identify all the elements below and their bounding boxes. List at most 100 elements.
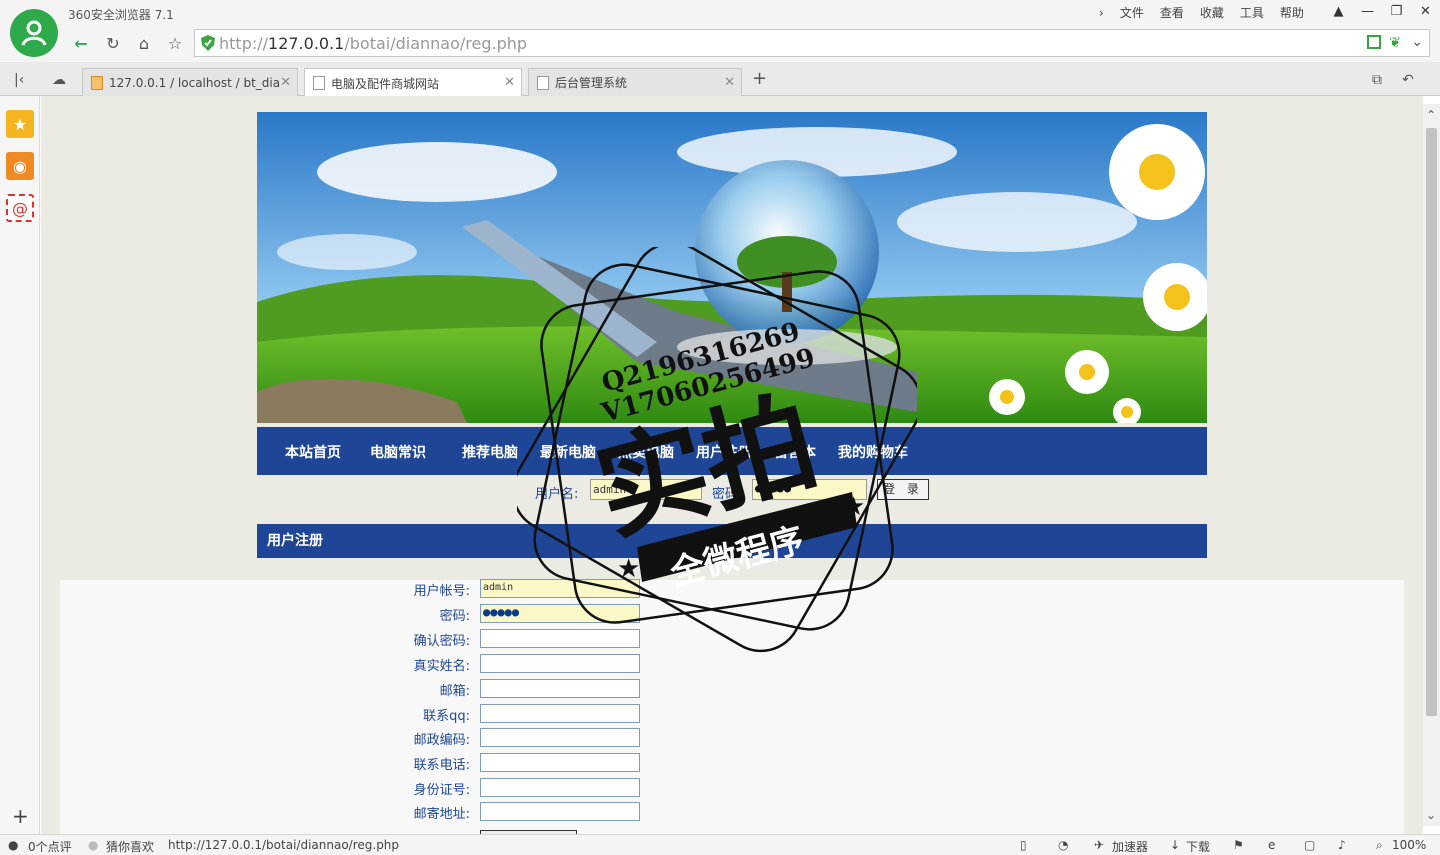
speed-icon[interactable]: ◔	[1058, 838, 1068, 852]
login-row: 用户名: admin 密码: ●●●●● 登 录	[257, 478, 1207, 502]
menu-favorites[interactable]: 收藏	[1193, 4, 1231, 21]
nav-cart[interactable]: 我的购物车	[838, 442, 908, 462]
tab-admin[interactable]: 后台管理系统 ✕	[528, 68, 742, 96]
close-icon[interactable]: ✕	[504, 75, 515, 90]
menu-view[interactable]: 查看	[1153, 4, 1191, 21]
tab-label: 电脑及配件商城网站	[331, 76, 440, 91]
nav-guestbook[interactable]: 留言本	[774, 442, 816, 462]
zoom-icon[interactable]: ⌕	[1376, 838, 1383, 853]
phone-input[interactable]	[480, 753, 640, 772]
field-row-zipcode: 邮政编码:	[257, 727, 1207, 748]
menu-help[interactable]: 帮助	[1273, 4, 1311, 21]
browser-logo-icon[interactable]	[10, 9, 58, 57]
accelerator-icon[interactable]: ✈	[1094, 838, 1104, 852]
field-row-password: 密码: ●●●●●	[257, 603, 1207, 624]
skin-icon[interactable]: ▲	[1324, 0, 1353, 22]
menu-tools[interactable]: 工具	[1233, 4, 1271, 21]
close-icon[interactable]: ✕	[280, 75, 291, 90]
nav-latest[interactable]: 最新电脑	[540, 442, 596, 462]
window-icon[interactable]: ▢	[1304, 838, 1315, 852]
url-host: 127.0.0.1	[268, 34, 345, 53]
tab-phpmyadmin[interactable]: 127.0.0.1 / localhost / bt_dia ✕	[82, 68, 298, 96]
leaf-icon[interactable]: ❦	[1389, 35, 1401, 51]
undo-close-icon[interactable]: ↶	[1402, 72, 1414, 88]
confirm-password-label: 确认密码:	[413, 634, 470, 649]
scroll-up-icon[interactable]: ⌃	[1426, 108, 1436, 122]
status-url: http://127.0.0.1/botai/diannao/reg.php	[168, 838, 400, 852]
home-icon[interactable]: ⌂	[131, 31, 157, 55]
address-url: http://127.0.0.1/botai/diannao/reg.php	[219, 34, 527, 53]
qq-label: 联系qq:	[423, 709, 470, 724]
restore-tabs-icon[interactable]: ⧉	[1372, 72, 1382, 88]
field-row-realname: 真实姓名:	[257, 653, 1207, 674]
minimize-button[interactable]: —	[1353, 0, 1382, 22]
volume-icon[interactable]: ♪	[1338, 838, 1346, 852]
address-input[interactable]	[480, 802, 640, 821]
address-label: 邮寄地址:	[413, 807, 470, 822]
nav-recommended[interactable]: 推荐电脑	[462, 442, 518, 462]
close-icon[interactable]: ✕	[724, 75, 735, 90]
realname-input[interactable]	[480, 654, 640, 673]
favorites-star-icon[interactable]: ★	[6, 110, 34, 138]
nav-home[interactable]: 本站首页	[285, 442, 341, 462]
new-tab-plus-icon[interactable]: +	[752, 68, 767, 89]
comment-icon[interactable]: ●	[8, 838, 18, 852]
qrcode-icon[interactable]	[1367, 35, 1381, 49]
address-bar[interactable]: http://127.0.0.1/botai/diannao/reg.php ❦…	[194, 29, 1430, 57]
star-icon[interactable]: ☆	[162, 31, 188, 55]
close-window-button[interactable]: ✕	[1411, 0, 1440, 22]
password-field-label: 密码:	[439, 609, 470, 624]
download-label[interactable]: 下载	[1186, 838, 1210, 855]
browser-sidebar: ★ ◉ @ +	[0, 96, 40, 834]
vertical-scrollbar[interactable]: ⌃ ⌄	[1423, 104, 1440, 826]
browser-titlebar: 360安全浏览器 7.1 › 文件 查看 收藏 工具 帮助 ▲ — ❐ ✕ ← …	[0, 0, 1440, 62]
menu-expand-icon[interactable]: ›	[1092, 6, 1111, 20]
email-label: 邮箱:	[439, 684, 470, 699]
zoom-level[interactable]: 100%	[1392, 838, 1426, 852]
tab-shop-site[interactable]: 电脑及配件商城网站 ✕	[304, 68, 522, 97]
refresh-icon[interactable]: ↻	[100, 31, 126, 55]
login-button[interactable]: 登 录	[877, 479, 929, 500]
field-row-confirm: 确认密码:	[257, 628, 1207, 649]
tab-label: 127.0.0.1 / localhost / bt_dia	[109, 75, 281, 90]
nav-register[interactable]: 用户注册	[696, 442, 752, 462]
nav-hot[interactable]: 热卖电脑	[618, 442, 674, 462]
maximize-button[interactable]: ❐	[1382, 0, 1411, 22]
phone-label: 联系电话:	[413, 758, 470, 773]
qq-input[interactable]	[480, 704, 640, 723]
nav-computer-tips[interactable]: 电脑常识	[370, 442, 426, 462]
mobile-icon[interactable]: ▯	[1020, 838, 1027, 852]
site-banner-image	[257, 112, 1207, 423]
download-icon[interactable]: ↓	[1170, 838, 1180, 852]
scroll-down-icon[interactable]: ⌄	[1426, 808, 1436, 822]
idcard-input[interactable]	[480, 778, 640, 797]
chevron-down-icon[interactable]: ⌄	[1411, 34, 1423, 50]
username-input[interactable]: admin	[590, 479, 702, 500]
ie-icon[interactable]: e	[1268, 838, 1275, 852]
scroll-thumb[interactable]	[1426, 128, 1437, 716]
account-input[interactable]: admin	[480, 579, 640, 598]
comments-count[interactable]: 0个点评	[28, 838, 72, 855]
field-row-email: 邮箱:	[257, 678, 1207, 699]
email-input[interactable]	[480, 679, 640, 698]
back-icon[interactable]: ←	[68, 31, 94, 55]
mail-at-icon[interactable]: @	[6, 194, 34, 222]
password-input[interactable]: ●●●●●	[752, 479, 867, 500]
password-field-input[interactable]: ●●●●●	[480, 604, 640, 623]
browser-navbar: ← ↻ ⌂ ☆ http://127.0.0.1/botai/diannao/r…	[66, 29, 1430, 57]
zipcode-label: 邮政编码:	[413, 733, 470, 748]
browser-menu: › 文件 查看 收藏 工具 帮助	[1092, 4, 1311, 21]
accelerator-label[interactable]: 加速器	[1112, 838, 1148, 855]
add-sidebar-icon[interactable]: +	[12, 804, 29, 828]
flag-icon[interactable]: ⚑	[1233, 838, 1244, 852]
field-row-account: 用户帐号: admin	[257, 578, 1207, 599]
zipcode-input[interactable]	[480, 728, 640, 747]
weibo-icon[interactable]: ◉	[6, 152, 34, 180]
guess-you-like[interactable]: 猜你喜欢	[106, 838, 154, 855]
window-controls: ▲ — ❐ ✕	[1324, 0, 1440, 22]
cloud-icon[interactable]: ☁	[52, 72, 66, 88]
confirm-password-input[interactable]	[480, 629, 640, 648]
tab-list-icon[interactable]: |‹	[14, 72, 24, 88]
menu-file[interactable]: 文件	[1113, 4, 1151, 21]
page-icon	[313, 76, 325, 90]
